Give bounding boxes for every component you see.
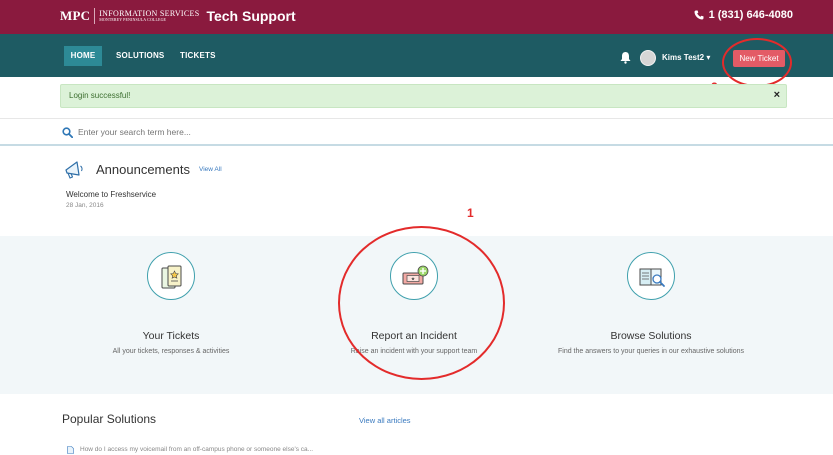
logo-subtitle: INFORMATION SERVICES MONTEREY PENINSULA … bbox=[99, 9, 200, 22]
brand-logo[interactable]: MPC INFORMATION SERVICES MONTEREY PENINS… bbox=[60, 8, 296, 24]
announcements-view-all-link[interactable]: View All bbox=[199, 166, 222, 173]
logo-mark: MPC bbox=[60, 8, 91, 23]
document-icon bbox=[67, 446, 74, 454]
search-icon bbox=[62, 127, 73, 138]
annotation-circle-2 bbox=[722, 38, 792, 87]
success-alert: Login successful! × bbox=[60, 84, 787, 108]
nav-solutions[interactable]: SOLUTIONS bbox=[116, 46, 164, 66]
nav-home[interactable]: HOME bbox=[64, 46, 102, 66]
bell-icon[interactable] bbox=[619, 51, 632, 64]
your-tickets-title[interactable]: Your Tickets bbox=[61, 330, 281, 342]
announcement-post-date: 28 Jan, 2016 bbox=[66, 202, 104, 209]
top-header: MPC INFORMATION SERVICES MONTEREY PENINS… bbox=[0, 0, 833, 34]
popular-solutions-title: Popular Solutions bbox=[62, 412, 157, 426]
popular-solution-item[interactable]: How do I access my voicemail from an off… bbox=[80, 446, 313, 453]
main-nav: HOME SOLUTIONS TICKETS Kims Test2 ▾ New … bbox=[0, 34, 833, 77]
your-tickets-description: All your tickets, responses & activities bbox=[112, 348, 230, 355]
close-icon[interactable]: × bbox=[774, 89, 780, 101]
annotation-circle-1 bbox=[338, 226, 505, 380]
announcements-title: Announcements bbox=[96, 162, 190, 177]
tickets-icon[interactable] bbox=[147, 252, 195, 300]
browse-solutions-title[interactable]: Browse Solutions bbox=[541, 330, 761, 342]
search-input[interactable] bbox=[78, 124, 478, 140]
view-all-articles-link[interactable]: View all articles bbox=[359, 416, 411, 425]
megaphone-icon bbox=[65, 161, 83, 179]
solutions-icon[interactable] bbox=[627, 252, 675, 300]
user-menu[interactable]: Kims Test2 ▾ bbox=[662, 53, 710, 62]
announcement-post-title[interactable]: Welcome to Freshservice bbox=[66, 190, 156, 199]
phone-icon bbox=[694, 10, 704, 20]
annotation-number-1: 1 bbox=[467, 206, 474, 220]
search-bar bbox=[0, 118, 833, 146]
logo-divider bbox=[94, 8, 96, 24]
phone-number: 1 (831) 646-4080 bbox=[708, 9, 793, 21]
site-title: Tech Support bbox=[206, 8, 296, 24]
nav-tickets[interactable]: TICKETS bbox=[180, 46, 216, 66]
alert-message: Login successful! bbox=[69, 91, 131, 100]
phone-contact[interactable]: 1 (831) 646-4080 bbox=[694, 9, 793, 21]
avatar[interactable] bbox=[640, 50, 656, 66]
browse-solutions-description: Find the answers to your queries in our … bbox=[558, 348, 744, 355]
